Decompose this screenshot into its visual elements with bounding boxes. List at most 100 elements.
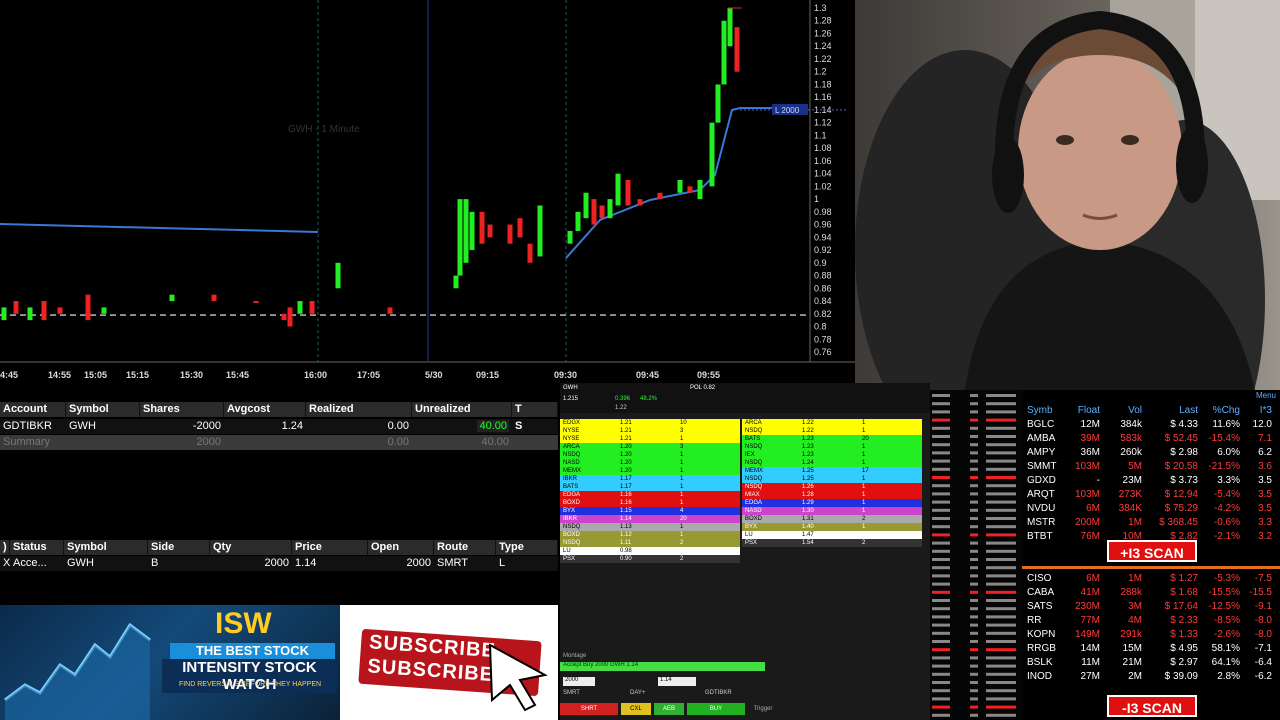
l2-quote-row[interactable]: NSDQ 1.11 2 [560, 539, 740, 547]
scanner-row[interactable]: ARQT 103M 273K $ 12.94 -5.4% 3.5 [1022, 488, 1280, 502]
tif-select[interactable]: DAY+ [630, 690, 645, 696]
scanner-row[interactable]: SATS 230M 3M $ 17.64 -12.5% -9.1 [1022, 600, 1280, 614]
l2-quote-row[interactable]: NASD 1.30 1 [742, 507, 922, 515]
scanner-cell-l: $ 368.45 [1159, 517, 1198, 528]
account-select[interactable]: GDTIBKR [705, 690, 732, 696]
col-price[interactable]: Price [292, 540, 368, 555]
l2-quote-row[interactable]: MEMX 1.20 1 [560, 467, 740, 475]
candlestick-chart[interactable]: GWH - 1 Minute 1.3 1.28 1.26 1.24 1.22 1.2 1.18… [0, 0, 855, 385]
l2-quote-row[interactable]: NSDQ 1.13 1 [560, 523, 740, 531]
momentum-scanner[interactable]: Menu Symb Float Vol Last %Chg I*3 BGLC 12… [1022, 390, 1280, 720]
l2-quote-row[interactable]: BOXD 1.12 1 [560, 531, 740, 539]
l2-quote-row[interactable]: BATS 1.17 1 [560, 483, 740, 491]
col-account[interactable]: Account [0, 402, 66, 417]
scanner-row[interactable]: RRGB 14M 15M $ 4.95 58.1% -7.1 [1022, 642, 1280, 656]
l2-quote-row[interactable]: IBKR 1.17 1 [560, 475, 740, 483]
time-tick-label: 5/30 [425, 370, 443, 380]
aeb-button[interactable]: AEB [654, 703, 684, 715]
cancel-order-icon[interactable]: X [0, 556, 10, 571]
scanner-row[interactable]: AMBA 39M 583k $ 52.45 -15.4% 7.1 [1022, 432, 1280, 446]
l2-quote-row[interactable]: EDGX 1.21 10 [560, 419, 740, 427]
l2-quote-row[interactable]: NYSE 1.21 1 [560, 435, 740, 443]
col-symb[interactable]: Symb [1022, 404, 1060, 418]
l2-quote-row[interactable]: EDGA 1.29 1 [742, 499, 922, 507]
l2-symbol[interactable]: GWH [563, 385, 578, 391]
scanner-row[interactable]: CISO 6M 1M $ 1.27 -5.3% -7.5 [1022, 572, 1280, 586]
l2-quote-row[interactable]: NYSE 1.21 3 [560, 427, 740, 435]
col-pct-chg[interactable]: %Chg [1198, 404, 1240, 418]
scanner-row[interactable]: INOD 27M 2M $ 39.09 2.8% -6.2 [1022, 670, 1280, 684]
col-side[interactable]: Side [148, 540, 210, 555]
tape-print [970, 566, 978, 570]
col-t[interactable]: T [512, 402, 558, 417]
l2-quote-row[interactable]: IEX 1.23 1 [742, 451, 922, 459]
col-status[interactable]: Status [10, 540, 64, 555]
scanner-row[interactable]: SMMT 103M 5M $ 20.58 -21.5% 3.6 [1022, 460, 1280, 474]
l2-quote-row[interactable]: EDGA 1.16 1 [560, 491, 740, 499]
col-shares[interactable]: Shares [140, 402, 224, 417]
l2-quote-row[interactable]: MIAX 1.28 1 [742, 491, 922, 499]
l2-quote-row[interactable]: BYX 1.15 4 [560, 507, 740, 515]
scanner-row[interactable]: CABA 41M 288k $ 1.68 -15.5% -15.5 [1022, 586, 1280, 600]
scanner-row[interactable]: GDXD - 23M $ 3.73 3.3% 3.5 [1022, 474, 1280, 488]
l2-quote-row[interactable]: NSDQ 1.23 1 [742, 443, 922, 451]
scanner-row[interactable]: BGLC 12M 384k $ 4.33 11.6% 12.0 [1022, 418, 1280, 432]
time-and-sales[interactable] [930, 390, 1022, 720]
l2-quote-row[interactable]: NSDQ 1.22 1 [742, 427, 922, 435]
l2-quote-row[interactable]: PSX 0.90 2 [560, 555, 740, 563]
qty-input[interactable]: 2000 [563, 677, 595, 686]
l2-quote-row[interactable]: NSDQ 1.25 1 [742, 475, 922, 483]
col-unrealized[interactable]: Unrealized [412, 402, 512, 417]
col-avgcost[interactable]: Avgcost [224, 402, 306, 417]
l2-quote-row[interactable]: ARCA 1.22 1 [742, 419, 922, 427]
col-type[interactable]: Type [496, 540, 558, 555]
route-select[interactable]: SMRT [563, 690, 580, 696]
scanner-row[interactable]: RR 77M 4M $ 2.33 -8.5% -8.0 [1022, 614, 1280, 628]
l2-quote-row[interactable]: BOXD 1.31 2 [742, 515, 922, 523]
price-input[interactable]: 1.14 [658, 677, 696, 686]
l2-quote-row[interactable]: BOXD 1.16 1 [560, 499, 740, 507]
col-qty[interactable]: Qty [210, 540, 292, 555]
trigger-button[interactable]: Trigger [748, 703, 778, 715]
l2-quote-row[interactable]: BYX 1.40 1 [742, 523, 922, 531]
order-row[interactable]: X Acce... GWH B 2000 1.14 2000 SMRT L [0, 556, 558, 571]
l2-quote-row[interactable]: LU 0.98 [560, 547, 740, 555]
col-open[interactable]: Open [368, 540, 434, 555]
l2-quote-row[interactable]: BATS 1.23 20 [742, 435, 922, 443]
col-route[interactable]: Route [434, 540, 496, 555]
col-symbol[interactable]: Symbol [66, 402, 140, 417]
col-symbol[interactable]: Symbol [64, 540, 148, 555]
l2-quote-row[interactable]: NSDQ 1.26 1 [742, 483, 922, 491]
l2-quote-row[interactable]: NASD 1.20 1 [560, 459, 740, 467]
l2-sz: 1 [680, 524, 684, 530]
col-realized[interactable]: Realized [306, 402, 412, 417]
col-last[interactable]: Last [1142, 404, 1198, 418]
candle [607, 199, 613, 219]
scanner-menu[interactable]: Menu [1256, 391, 1276, 400]
isw-banner[interactable]: ISW THE BEST STOCK SCANNER INTENSITY STO… [0, 605, 340, 720]
scanner-row[interactable]: KOPN 149M 291k $ 1.33 -2.6% -8.0 [1022, 628, 1280, 642]
l2-quote-row[interactable]: NSDQ 1.20 1 [560, 451, 740, 459]
order-entry: 2000 1.14 [560, 675, 930, 687]
price-chart[interactable]: GWH - 1 Minute 1.3 1.28 1.26 1.24 1.22 1.2 1.18… [0, 0, 855, 385]
scanner-row[interactable]: NVDU 6M 384K $ 75.29 -4.2% 3.5 [1022, 502, 1280, 516]
l2-quote-row[interactable]: ARCA 1.20 3 [560, 443, 740, 451]
scanner-row[interactable]: BSLK 11M 21M $ 2.97 64.1% -6.4 [1022, 656, 1280, 670]
buy-button[interactable]: BUY [687, 703, 745, 715]
col-vol[interactable]: Vol [1100, 404, 1142, 418]
l2-quote-row[interactable]: NSDQ 1.24 1 [742, 459, 922, 467]
level2-montage[interactable]: GWH POL 0.82 1.215 0.396 48.2% 1.22 EDGX… [560, 383, 930, 720]
scanner-cell-l: $ 1.68 [1170, 587, 1198, 598]
l2-quote-row[interactable]: MEMX 1.25 17 [742, 467, 922, 475]
short-button[interactable]: SHRT [560, 703, 618, 715]
subscribe-banner[interactable]: SUBSCRIBE SUBSCRIBE [340, 605, 558, 720]
col-i3[interactable]: I*3 [1240, 404, 1276, 418]
col-float[interactable]: Float [1060, 404, 1100, 418]
l2-quote-row[interactable]: PSX 1.54 2 [742, 539, 922, 547]
scanner-row[interactable]: MSTR 200M 1M $ 368.45 -0.6% 3.3 [1022, 516, 1280, 530]
l2-quote-row[interactable]: LU 1.47 [742, 531, 922, 539]
l2-quote-row[interactable]: IBKR 1.14 20 [560, 515, 740, 523]
scanner-row[interactable]: AMPY 36M 260k $ 2.98 6.0% 6.2 [1022, 446, 1280, 460]
cancel-button[interactable]: CXL [621, 703, 651, 715]
portfolio-row[interactable]: GDTIBKR GWH -2000 1.24 0.00 40.00 S [0, 419, 558, 434]
